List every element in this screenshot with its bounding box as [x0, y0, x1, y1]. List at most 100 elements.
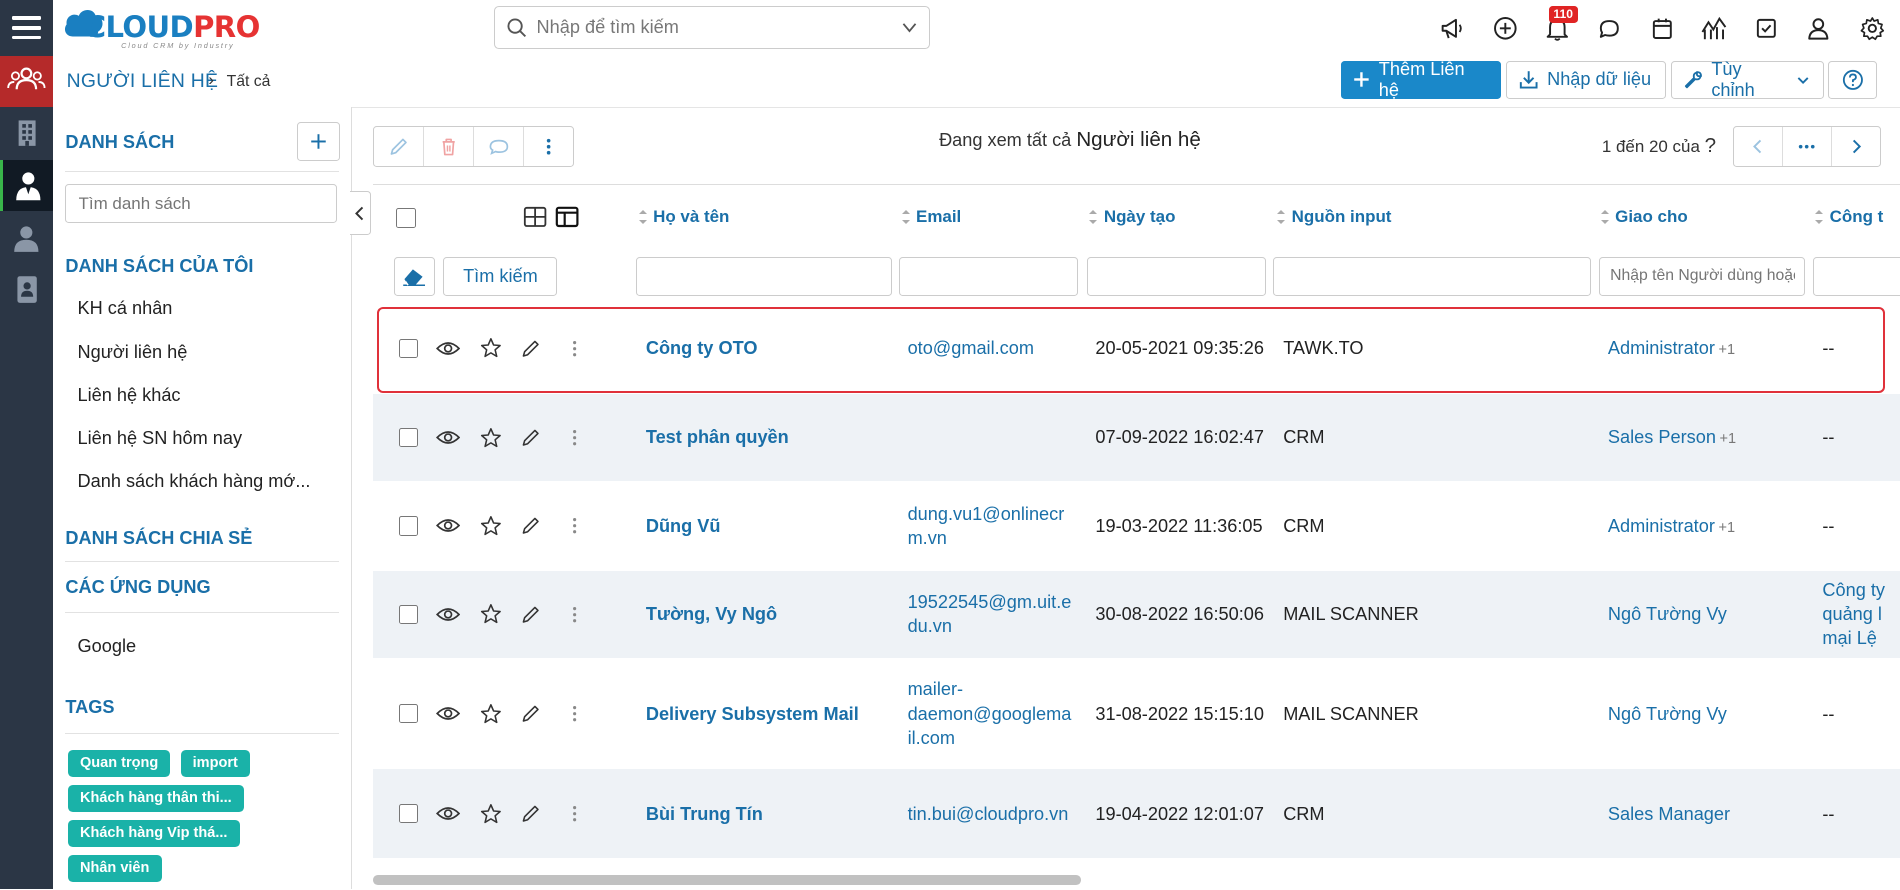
contact-name[interactable]: Delivery Subsystem Mail — [646, 702, 859, 726]
breadcrumb-module[interactable]: NGƯỜI LIÊN HỆ — [67, 70, 219, 93]
star-icon[interactable] — [480, 515, 502, 537]
user-icon[interactable] — [1803, 12, 1835, 44]
horizontal-scrollbar[interactable] — [373, 874, 1081, 885]
add-list-button[interactable] — [296, 122, 341, 161]
chat-icon[interactable] — [1593, 12, 1625, 44]
customize-button[interactable]: Tùy chỉnh — [1670, 59, 1824, 100]
column-header-email[interactable]: Email — [901, 207, 961, 227]
assignee[interactable]: Sales Manager — [1608, 802, 1730, 826]
gear-icon[interactable] — [1856, 12, 1888, 44]
view-icon[interactable] — [436, 603, 461, 625]
edit-icon[interactable] — [521, 803, 540, 825]
table-row[interactable]: Tường, Vy Ngô 19522545@gm.uit.e du.vn 30-08… — [373, 570, 1900, 658]
row-checkbox[interactable] — [398, 803, 419, 824]
table-row[interactable]: Công ty OTO oto@gmail.com 20-05-2021 09:35… — [373, 305, 1900, 391]
view-icon[interactable] — [436, 703, 461, 725]
logo[interactable]: CLOUDPRO Cloud CRM by Industry — [63, 5, 260, 53]
filter-source-input[interactable] — [1273, 256, 1591, 296]
list-search-input[interactable] — [65, 184, 337, 223]
row-checkbox[interactable] — [398, 604, 419, 624]
contact-email[interactable]: mailer-daemon@googlema il.com — [908, 677, 1072, 750]
filter-search-button[interactable]: Tìm kiếm — [443, 256, 558, 296]
assignee-name[interactable]: Administrator — [1608, 338, 1715, 358]
chart-icon[interactable] — [1699, 12, 1731, 44]
assignee-name[interactable]: Sales Manager — [1608, 804, 1730, 824]
tag-chip[interactable]: Quan trọng — [67, 750, 171, 777]
star-icon[interactable] — [480, 603, 502, 625]
star-icon[interactable] — [480, 803, 502, 825]
column-header-assignee[interactable]: Giao cho — [1600, 207, 1688, 227]
sidebar-list-item[interactable]: Liên hệ SN hôm nay — [78, 428, 243, 449]
edit-icon[interactable] — [521, 703, 540, 725]
contact-name[interactable]: Dũng Vũ — [646, 514, 721, 538]
star-icon[interactable] — [480, 337, 502, 359]
column-header-created[interactable]: Ngày tạo — [1089, 207, 1175, 227]
collapse-sidebar-button[interactable] — [350, 191, 371, 235]
rail-profile[interactable] — [0, 264, 53, 315]
select-all-checkbox[interactable] — [396, 208, 416, 228]
filter-email-input[interactable] — [899, 256, 1079, 296]
table-row[interactable]: Delivery Subsystem Mail mailer-daemon@goo… — [373, 659, 1900, 768]
filter-created-input[interactable] — [1086, 256, 1267, 296]
import-button[interactable]: Nhập dữ liệu — [1506, 60, 1667, 100]
assignee-name[interactable]: Ngô Tường Vy — [1608, 604, 1727, 624]
assignee-extra-count[interactable]: +1 — [1719, 342, 1736, 358]
filter-name-input[interactable] — [636, 256, 892, 296]
table-row[interactable]: Test phân quyền 07-09-2022 16:02:47 CRM Sal… — [373, 393, 1900, 482]
assignee-name[interactable]: Administrator — [1608, 516, 1715, 536]
sidebar-list-item[interactable]: KH cá nhân — [78, 298, 173, 319]
filter-assignee-input[interactable] — [1599, 256, 1806, 296]
more-vertical-icon[interactable] — [571, 803, 578, 825]
assignee-extra-count[interactable]: +1 — [1719, 520, 1736, 536]
megaphone-icon[interactable] — [1437, 12, 1469, 44]
assignee[interactable]: Administrator +1 — [1608, 514, 1735, 540]
company[interactable]: Công ty quảng l mại Lệ — [1822, 578, 1885, 651]
sidebar-list-item[interactable]: Người liên hệ — [78, 342, 188, 363]
column-header-company[interactable]: Công t — [1815, 207, 1883, 227]
contact-name[interactable]: Tường, Vy Ngô — [646, 602, 777, 626]
sidebar-list-item[interactable]: Danh sách khách hàng mớ... — [78, 471, 311, 492]
search-input[interactable] — [534, 14, 891, 41]
global-search[interactable] — [494, 6, 931, 50]
assignee-name[interactable]: Ngô Tường Vy — [1608, 704, 1727, 724]
row-checkbox[interactable] — [398, 427, 419, 448]
sidebar-list-item[interactable]: Liên hệ khác — [78, 385, 181, 406]
page-menu-button[interactable] — [1783, 127, 1833, 166]
filter-company-input[interactable] — [1812, 256, 1900, 296]
assignee-name[interactable]: Sales Person — [1608, 427, 1716, 447]
row-checkbox[interactable] — [398, 703, 419, 724]
edit-icon[interactable] — [521, 337, 540, 359]
table-row[interactable]: Bùi Trung Tín tin.bui@cloudpro.vn 19-04-20… — [373, 769, 1900, 858]
mass-delete-button[interactable] — [424, 127, 475, 166]
tag-chip[interactable]: Khách hàng Vip thá... — [67, 820, 240, 847]
edit-icon[interactable] — [521, 515, 540, 537]
pagination-help[interactable]: ? — [1705, 134, 1716, 157]
view-icon[interactable] — [436, 337, 461, 359]
add-contact-button[interactable]: Thêm Liên hệ — [1341, 59, 1502, 100]
edit-icon[interactable] — [521, 603, 540, 625]
clear-filter-button[interactable] — [393, 256, 435, 296]
help-button[interactable] — [1828, 60, 1877, 100]
row-checkbox[interactable] — [398, 516, 419, 536]
contact-email[interactable]: 19522545@gm.uit.e du.vn — [908, 590, 1072, 638]
rail-organizations[interactable] — [0, 107, 53, 158]
plus-circle-icon[interactable] — [1489, 12, 1521, 44]
prev-page-button[interactable] — [1734, 127, 1783, 166]
mass-comment-button[interactable] — [474, 127, 525, 166]
column-layout-icon[interactable] — [555, 206, 579, 228]
more-vertical-icon[interactable] — [571, 515, 578, 537]
chevron-down-icon[interactable] — [901, 19, 918, 36]
tag-chip[interactable]: import — [180, 750, 250, 777]
more-vertical-icon[interactable] — [571, 337, 578, 359]
column-header-name[interactable]: Họ và tên — [638, 207, 729, 227]
assignee[interactable]: Sales Person +1 — [1608, 425, 1736, 451]
contact-name[interactable]: Bùi Trung Tín — [646, 802, 763, 826]
calendar-icon[interactable] — [1647, 12, 1679, 44]
grid-layout-icon[interactable] — [523, 206, 547, 228]
column-header-source[interactable]: Nguồn input — [1277, 207, 1391, 227]
row-checkbox[interactable] — [398, 338, 419, 359]
rail-contacts[interactable] — [0, 159, 54, 211]
tag-chip[interactable]: Nhân viên — [67, 855, 162, 883]
more-vertical-icon[interactable] — [571, 427, 578, 449]
mass-edit-button[interactable] — [374, 127, 425, 166]
